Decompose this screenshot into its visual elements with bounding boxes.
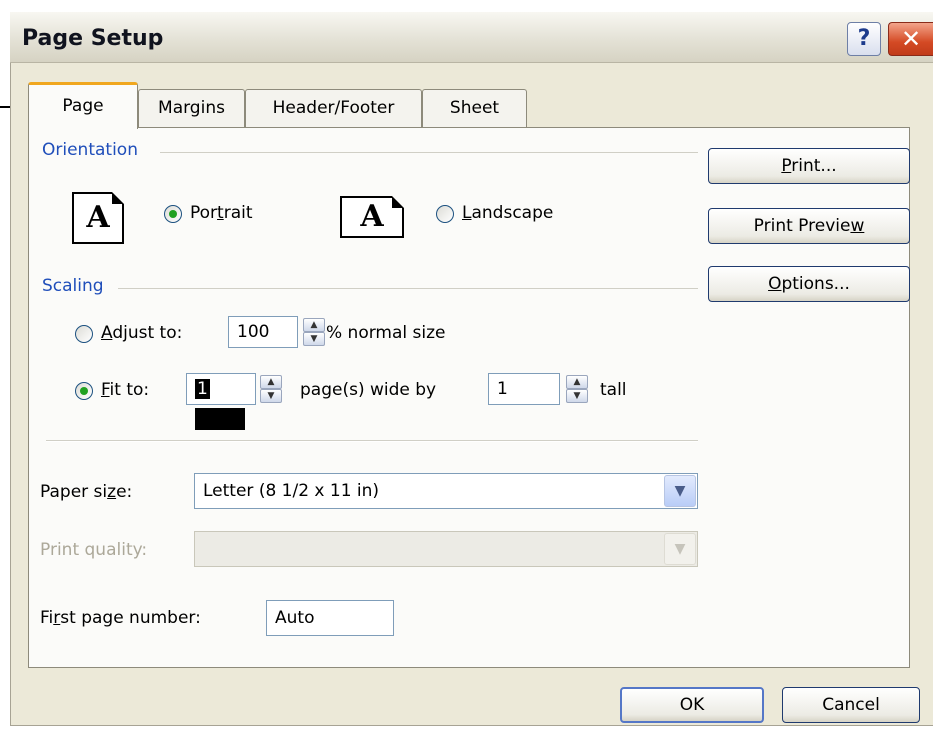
chevron-down-icon[interactable]: ▼ — [664, 475, 696, 507]
paper-size-label: Paper size: — [40, 482, 133, 502]
landscape-radio[interactable] — [436, 205, 454, 223]
options-button[interactable]: Options... — [708, 266, 910, 302]
print-button[interactable]: Print... — [708, 148, 910, 184]
first-page-number-input[interactable]: Auto — [266, 600, 394, 636]
scaling-group-line — [118, 288, 698, 289]
spin-up-icon[interactable]: ▲ — [260, 375, 282, 389]
adjust-to-input[interactable]: 100 — [228, 316, 298, 348]
adjust-to-spinner[interactable]: ▲ ▼ — [303, 318, 325, 346]
fit-wide-suffix: page(s) wide by — [300, 380, 437, 400]
orientation-group-label: Orientation — [42, 140, 138, 160]
landscape-label[interactable]: Landscape — [462, 203, 553, 223]
close-button[interactable]: ✕ — [888, 22, 933, 56]
spin-down-icon[interactable]: ▼ — [566, 389, 588, 403]
fit-tall-input[interactable]: 1 — [488, 373, 560, 405]
print-preview-button[interactable]: Print Preview — [708, 208, 910, 244]
adjust-to-label[interactable]: Adjust to: — [101, 323, 182, 343]
tab-page[interactable]: Page — [28, 82, 138, 129]
fit-wide-spinner[interactable]: ▲ ▼ — [260, 375, 282, 403]
paper-size-select[interactable]: Letter (8 1/2 x 11 in) ▼ — [194, 473, 698, 509]
adjust-to-radio[interactable] — [75, 325, 93, 343]
section-divider — [46, 440, 698, 441]
tab-sheet[interactable]: Sheet — [422, 89, 527, 127]
spin-up-icon[interactable]: ▲ — [566, 375, 588, 389]
chevron-down-icon[interactable]: ▼ — [664, 533, 696, 565]
help-button[interactable]: ? — [847, 22, 881, 56]
cancel-button[interactable]: Cancel — [782, 687, 920, 723]
fit-to-label[interactable]: Fit to: — [101, 380, 149, 400]
spin-up-icon[interactable]: ▲ — [303, 318, 325, 332]
portrait-label[interactable]: Portrait — [190, 203, 253, 223]
print-quality-label: Print quality: — [40, 540, 148, 560]
spin-down-icon[interactable]: ▼ — [303, 332, 325, 346]
dialog-title: Page Setup — [22, 26, 164, 51]
ok-button[interactable]: OK — [620, 687, 764, 723]
portrait-radio[interactable] — [164, 205, 182, 223]
fit-tall-spinner[interactable]: ▲ ▼ — [566, 375, 588, 403]
fit-wide-input[interactable]: 1 — [186, 373, 256, 430]
portrait-page-icon: A — [72, 192, 124, 244]
landscape-page-icon: A — [340, 196, 404, 238]
adjust-to-suffix: % normal size — [326, 323, 446, 343]
first-page-number-label: First page number: — [40, 608, 201, 628]
fit-tall-suffix: tall — [600, 380, 627, 400]
scaling-group-label: Scaling — [42, 276, 104, 296]
orientation-group-line — [160, 152, 698, 153]
fit-to-radio[interactable] — [75, 382, 93, 400]
print-quality-select[interactable]: ▼ — [194, 531, 698, 567]
spin-down-icon[interactable]: ▼ — [260, 389, 282, 403]
tab-header-footer[interactable]: Header/Footer — [245, 89, 422, 127]
tab-margins[interactable]: Margins — [138, 89, 245, 127]
